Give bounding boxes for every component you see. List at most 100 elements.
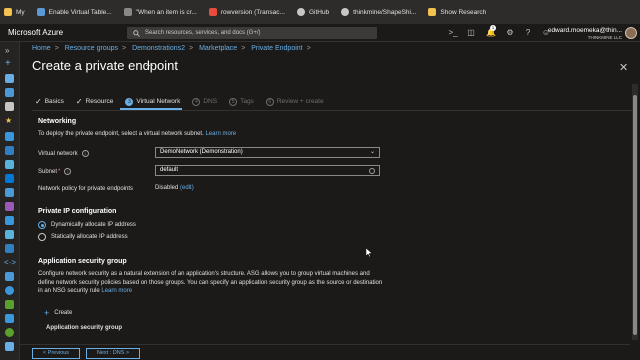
scrollbar-thumb[interactable] bbox=[633, 95, 637, 335]
radio-indicator bbox=[38, 221, 46, 229]
dashboard-icon[interactable] bbox=[5, 88, 14, 97]
tab-label: DNS bbox=[203, 98, 218, 105]
favorites-star-icon[interactable]: ★ bbox=[5, 116, 12, 125]
next-dns-button[interactable]: Next : DNS > bbox=[86, 348, 140, 359]
selected-value: DemoNetwork (Demonstration) bbox=[160, 149, 243, 155]
tenant-name: THINKMINE LLC bbox=[587, 35, 622, 40]
divider bbox=[32, 110, 632, 111]
cost-management-icon[interactable] bbox=[5, 328, 14, 337]
subnet-dropdown[interactable]: default bbox=[155, 165, 380, 176]
breadcrumb-home[interactable]: Home bbox=[32, 45, 51, 52]
networking-heading: Networking bbox=[38, 118, 77, 125]
close-icon[interactable]: ✕ bbox=[619, 61, 628, 74]
bookmark-thinkmine[interactable]: thinkmine/ShapeShi... bbox=[341, 8, 416, 16]
bookmark-show-research[interactable]: Show Research bbox=[428, 8, 486, 16]
security-center-icon[interactable] bbox=[5, 314, 14, 323]
radio-label: Dynamically allocate IP address bbox=[51, 222, 136, 228]
sql-databases-icon[interactable] bbox=[5, 188, 14, 197]
tab-dns[interactable]: 4 DNS bbox=[192, 97, 218, 106]
tab-label: Review + create bbox=[276, 98, 324, 105]
bookmarks-bar: My Enable Virtual Table... "When an item… bbox=[0, 0, 640, 24]
loading-spinner-icon bbox=[369, 168, 375, 174]
cosmos-db-icon[interactable] bbox=[5, 202, 14, 211]
breadcrumb-marketplace[interactable]: Marketplace bbox=[199, 45, 237, 52]
cloud-shell-icon[interactable]: >_ bbox=[448, 28, 458, 38]
step-number: 4 bbox=[192, 97, 201, 106]
github-icon bbox=[296, 8, 305, 16]
tab-virtual-network[interactable]: 3 Virtual Network bbox=[125, 97, 181, 106]
tab-label: Virtual Network bbox=[136, 98, 181, 105]
learn-more-link[interactable]: Learn more bbox=[205, 131, 236, 137]
help-icon[interactable]: ? bbox=[523, 28, 533, 38]
tab-resource[interactable]: ✓ Resource bbox=[76, 97, 114, 106]
storage-accounts-icon[interactable] bbox=[5, 244, 14, 253]
breadcrumb: Home > Resource groups > Demonstrations2 > … bbox=[32, 45, 311, 52]
all-resources-icon[interactable] bbox=[5, 132, 14, 141]
radio-dynamic-ip[interactable]: Dynamically allocate IP address bbox=[38, 221, 136, 229]
learn-more-link[interactable]: Learn more bbox=[101, 288, 132, 294]
folder-icon bbox=[4, 8, 12, 16]
breadcrumb-resource-groups[interactable]: Resource groups bbox=[65, 45, 118, 52]
monitor-icon[interactable] bbox=[5, 286, 14, 295]
create-asg-button[interactable]: + Create bbox=[44, 308, 72, 318]
bookmark-my[interactable]: My bbox=[4, 8, 25, 16]
network-policy-value: Disabled (edit) bbox=[155, 185, 194, 191]
home-icon[interactable] bbox=[5, 74, 14, 83]
breadcrumb-private-endpoint[interactable]: Private Endpoint bbox=[251, 45, 302, 52]
bookmark-enable-virtual-table[interactable]: Enable Virtual Table... bbox=[36, 8, 112, 16]
folder-icon bbox=[428, 8, 437, 16]
directory-filter-icon[interactable]: ◫ bbox=[466, 28, 476, 38]
description-text: To deploy the private endpoint, select a… bbox=[38, 131, 204, 137]
radio-label: Statically allocate IP address bbox=[51, 234, 128, 240]
edit-policy-link[interactable]: (edit) bbox=[180, 185, 194, 191]
asg-column-header: Application security group bbox=[46, 325, 123, 331]
advisor-icon[interactable] bbox=[5, 300, 14, 309]
bookmark-label: Enable Virtual Table... bbox=[48, 8, 112, 16]
all-services-icon[interactable] bbox=[5, 102, 14, 111]
info-icon[interactable]: i bbox=[64, 168, 72, 175]
checkmark-icon: ✓ bbox=[35, 97, 42, 106]
bookmark-label: My bbox=[16, 8, 25, 16]
more-options-icon[interactable]: ··· bbox=[145, 60, 154, 70]
search-placeholder: Search resources, services, and docs (G+… bbox=[145, 30, 261, 36]
tab-review-create[interactable]: 6 Review + create bbox=[265, 97, 324, 106]
active-directory-icon[interactable] bbox=[5, 272, 14, 281]
create-resource-icon[interactable]: + bbox=[5, 58, 11, 69]
collapse-menu-icon[interactable]: » bbox=[5, 46, 9, 55]
function-app-icon[interactable] bbox=[5, 174, 14, 183]
plus-icon: + bbox=[44, 308, 50, 318]
asg-heading: Application security group bbox=[38, 258, 127, 265]
tab-basics[interactable]: ✓ Basics bbox=[35, 97, 64, 106]
breadcrumb-demonstrations2[interactable]: Demonstrations2 bbox=[132, 45, 185, 52]
radio-indicator bbox=[38, 233, 46, 241]
avatar[interactable] bbox=[625, 27, 637, 39]
app-services-icon[interactable] bbox=[5, 160, 14, 169]
settings-gear-icon[interactable]: ⚙ bbox=[505, 28, 515, 38]
account-menu[interactable]: edward.moemeka@thin... THINKMINE LLC bbox=[548, 27, 622, 40]
network-policy-label: Network policy for private endpoints bbox=[38, 186, 134, 192]
radio-static-ip[interactable]: Statically allocate IP address bbox=[38, 233, 128, 241]
networking-description: To deploy the private endpoint, select a… bbox=[38, 131, 236, 137]
load-balancers-icon[interactable] bbox=[5, 230, 14, 239]
vnet-label: Virtual network i bbox=[38, 150, 89, 157]
user-name: edward.moemeka@thin... bbox=[547, 27, 622, 34]
info-icon[interactable]: i bbox=[81, 150, 89, 157]
help-support-icon[interactable] bbox=[5, 342, 14, 351]
bookmark-github[interactable]: GitHub bbox=[296, 8, 330, 16]
portal-brand[interactable]: Microsoft Azure bbox=[8, 28, 126, 37]
previous-button[interactable]: < Previous bbox=[32, 348, 80, 359]
microsoft-icon bbox=[208, 8, 217, 16]
notification-badge: 1 bbox=[490, 25, 496, 31]
bookmark-when-an-item[interactable]: "When an item is cr... bbox=[123, 8, 197, 16]
bookmark-label: thinkmine/ShapeShi... bbox=[353, 8, 417, 16]
bookmark-label: GitHub bbox=[308, 8, 330, 16]
step-number: 3 bbox=[125, 97, 134, 106]
virtual-network-dropdown[interactable]: DemoNetwork (Demonstration) ⌄ bbox=[155, 147, 380, 158]
virtual-machines-icon[interactable] bbox=[5, 216, 14, 225]
virtual-networks-icon[interactable]: <·> bbox=[4, 258, 16, 267]
resource-groups-icon[interactable] bbox=[5, 146, 14, 155]
asg-description: Configure network security as a natural … bbox=[38, 270, 383, 296]
tab-tags[interactable]: 5 Tags bbox=[229, 97, 254, 106]
global-search-input[interactable]: Search resources, services, and docs (G+… bbox=[127, 27, 377, 39]
bookmark-rowversion[interactable]: rowversion (Transac... bbox=[208, 8, 285, 16]
